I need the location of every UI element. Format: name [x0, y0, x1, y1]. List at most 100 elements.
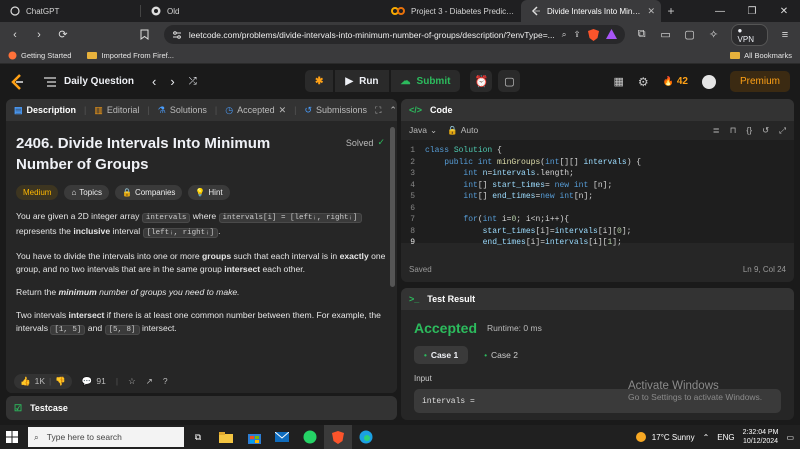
- window-controls: — ❐ ✕: [704, 0, 800, 22]
- menu-icon[interactable]: ≡: [778, 29, 792, 41]
- back-button[interactable]: ‹: [8, 29, 22, 41]
- tab-description[interactable]: ▤ Description: [14, 105, 76, 116]
- tab-colab[interactable]: Project 3 - Diabetes Prediction.ipynb: [381, 0, 521, 22]
- taskbar-search-input[interactable]: ⌕ Type here to search: [28, 427, 184, 447]
- vpn-button[interactable]: ● VPN: [730, 23, 769, 46]
- avatar[interactable]: [701, 74, 716, 89]
- edge-icon[interactable]: [352, 425, 380, 449]
- maximize-icon[interactable]: ⛶: [375, 105, 381, 116]
- history-icon: ↺: [304, 104, 313, 115]
- code-line: 7 for(int i=0; i<n;i++){: [410, 215, 570, 225]
- minimize-button[interactable]: —: [704, 0, 736, 22]
- file-explorer-icon[interactable]: [212, 425, 240, 449]
- close-window-button[interactable]: ✕: [768, 0, 800, 22]
- extensions-icon[interactable]: ⧉: [635, 28, 649, 41]
- star-icon[interactable]: ☆: [128, 376, 136, 387]
- help-icon[interactable]: ?: [163, 376, 168, 386]
- leo-icon[interactable]: ✧: [707, 28, 721, 41]
- tab-solutions[interactable]: ⚗ Solutions: [158, 105, 207, 116]
- code-line: 2 public int minGroups(int[][] intervals…: [410, 157, 642, 167]
- maximize-button[interactable]: ❐: [736, 0, 768, 22]
- premium-button[interactable]: Premium: [729, 71, 790, 92]
- fullscreen-icon[interactable]: ⤢: [779, 125, 786, 136]
- next-problem-button[interactable]: ›: [170, 74, 174, 89]
- tab-old[interactable]: Old: [141, 0, 281, 22]
- store-icon[interactable]: [240, 425, 268, 449]
- clock[interactable]: 2:32:04 PM 10/12/2024: [743, 428, 779, 446]
- share-icon[interactable]: ↗: [146, 376, 153, 387]
- timer-button[interactable]: ⏰: [470, 70, 493, 92]
- language-select[interactable]: Java ⌄: [409, 125, 437, 136]
- case-1-tab[interactable]: • Case 1: [414, 346, 469, 364]
- check-circle-icon: ✓: [377, 137, 385, 147]
- braces-icon[interactable]: {}: [746, 125, 752, 135]
- code-editor[interactable]: 1 class Solution { 2 public int minGroups…: [401, 140, 794, 247]
- chevron-down-icon: ⌄: [429, 124, 438, 135]
- reload-button[interactable]: ⟳: [56, 28, 70, 41]
- sidebar-icon[interactable]: ▭: [659, 28, 673, 41]
- bookmark-folder-imported[interactable]: Imported From Firef...: [87, 51, 174, 60]
- paragraph-4: Two intervals intersect if there is at l…: [16, 310, 381, 335]
- submit-button[interactable]: ☁ Submit: [390, 70, 461, 92]
- tab-accepted[interactable]: ◷ Accepted ✕: [225, 105, 286, 116]
- brave-icon[interactable]: [324, 425, 352, 449]
- tab-leetcode[interactable]: Divide Intervals Into Minimum ✕: [521, 0, 661, 22]
- comments-button[interactable]: 💬 91: [82, 376, 106, 387]
- format-icon[interactable]: ≣: [713, 125, 720, 136]
- close-icon[interactable]: ✕: [279, 105, 287, 116]
- debug-button[interactable]: ✱: [305, 70, 334, 92]
- tab-submissions[interactable]: ↺ Submissions: [304, 105, 367, 116]
- bookmark-icon[interactable]: ⊓: [730, 125, 737, 136]
- wallet-icon[interactable]: ▢: [683, 28, 697, 41]
- editor-status-bar: Saved Ln 9, Col 24: [401, 260, 794, 278]
- whatsapp-icon[interactable]: [296, 425, 324, 449]
- thumbs-down-icon[interactable]: 👎: [55, 376, 66, 387]
- collapse-icon[interactable]: ⌃: [389, 105, 397, 116]
- companies-button[interactable]: 🔒 Companies: [114, 185, 183, 200]
- streak-counter[interactable]: 🔥 42: [663, 76, 688, 87]
- address-bar[interactable]: leetcode.com/problems/divide-intervals-i…: [163, 25, 625, 44]
- leetcode-logo-icon[interactable]: [10, 73, 26, 90]
- close-tab-icon[interactable]: ✕: [647, 6, 655, 17]
- mail-icon[interactable]: [268, 425, 296, 449]
- reset-icon[interactable]: ↺: [762, 125, 769, 136]
- task-view-icon[interactable]: ⧉: [184, 425, 212, 449]
- code-icon: </>: [409, 105, 423, 115]
- new-tab-button[interactable]: +: [661, 0, 681, 22]
- notes-button[interactable]: ▢: [498, 70, 521, 92]
- daily-question-link[interactable]: Daily Question: [64, 76, 134, 87]
- brave-shield-icon[interactable]: [587, 28, 599, 41]
- chevron-up-icon[interactable]: ⌃: [703, 433, 710, 442]
- code-panel: </> Code Java ⌄ 🔒 Auto ≣ ⊓ {} ↺ ⤢ 1 class…: [401, 99, 794, 282]
- windows-start-icon[interactable]: [6, 431, 18, 443]
- weather-widget[interactable]: 17°C Sunny: [635, 431, 695, 443]
- problem-list-icon[interactable]: [44, 76, 56, 87]
- run-button[interactable]: ▶ Run: [335, 70, 389, 92]
- auto-mode-toggle[interactable]: 🔒 Auto: [447, 125, 478, 136]
- notifications-icon[interactable]: ▭: [786, 433, 794, 442]
- prev-problem-button[interactable]: ‹: [152, 74, 156, 89]
- case-2-tab[interactable]: • Case 2: [474, 346, 528, 364]
- forward-button[interactable]: ›: [32, 29, 46, 41]
- hint-button[interactable]: 💡 Hint: [188, 185, 230, 200]
- all-bookmarks[interactable]: All Bookmarks: [730, 51, 792, 60]
- shuffle-icon[interactable]: ⤮: [189, 76, 197, 87]
- bookmark-icon[interactable]: [140, 29, 154, 40]
- settings-gear-icon[interactable]: ⚙: [638, 75, 649, 89]
- share-icon[interactable]: ⇪: [574, 29, 581, 40]
- tab-chatgpt[interactable]: ChatGPT: [0, 0, 140, 22]
- tab-editorial[interactable]: ▥ Editorial: [94, 105, 139, 116]
- language-indicator[interactable]: ENG: [717, 433, 734, 442]
- comment-icon: 💬: [81, 375, 93, 386]
- topics-button[interactable]: ⌂ Topics: [64, 185, 109, 200]
- description-scrollbar[interactable]: [390, 127, 395, 287]
- terminal-icon: >_: [409, 294, 420, 304]
- site-info-icon[interactable]: [172, 30, 182, 40]
- like-button[interactable]: 👍 1K | 👎: [14, 373, 72, 389]
- zoom-icon[interactable]: ⌕: [562, 29, 567, 40]
- code-line: 9 end_times[i]=intervals[i][1];: [410, 238, 622, 248]
- layout-grid-icon[interactable]: ▦: [613, 75, 623, 88]
- rewards-icon[interactable]: [605, 29, 617, 40]
- bookmark-getting-started[interactable]: Getting Started: [8, 51, 71, 60]
- testcase-panel[interactable]: ☑ Testcase: [6, 396, 397, 420]
